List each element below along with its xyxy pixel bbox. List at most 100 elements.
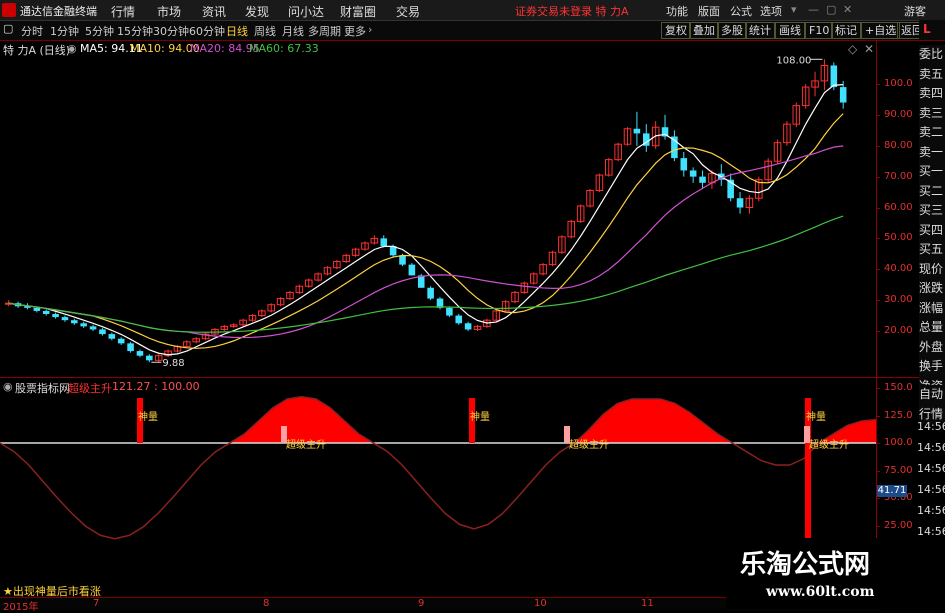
y-tick-mark bbox=[876, 145, 880, 147]
shen-label: 神量 bbox=[806, 410, 826, 423]
quote-item[interactable]: 涨跌 bbox=[919, 279, 945, 299]
watermark: 乐淘公式网 www.60lt.com bbox=[726, 538, 945, 609]
more-chevron-icon[interactable]: › bbox=[368, 23, 372, 36]
quote-panel-bottom: 自动 行情 bbox=[919, 385, 945, 424]
btn-xuanxiang[interactable]: 选项 bbox=[760, 3, 782, 19]
ma5-line bbox=[8, 84, 844, 356]
y-tick-mark bbox=[876, 415, 880, 417]
quote-item[interactable]: 总量 bbox=[919, 318, 945, 338]
y-tick-label: 60.00 bbox=[884, 201, 913, 213]
y-tick-mark bbox=[876, 207, 880, 209]
menu-faxian[interactable]: 发现 bbox=[245, 3, 269, 20]
quote-tab[interactable]: 自动 bbox=[919, 385, 945, 405]
candle-body bbox=[146, 355, 153, 361]
quote-item[interactable]: 卖二 bbox=[919, 123, 945, 143]
period-more[interactable]: 更多 bbox=[344, 23, 366, 39]
btn-tongji[interactable]: 统计 bbox=[745, 22, 775, 39]
current-value-badge: 41.71 bbox=[877, 485, 907, 497]
period-30min[interactable]: 30分钟 bbox=[153, 23, 189, 39]
app-title: 通达信金融终端 bbox=[20, 5, 97, 18]
candle-body bbox=[99, 329, 106, 335]
minimize-icon[interactable]: — bbox=[808, 3, 819, 16]
candle-body bbox=[699, 176, 706, 183]
btn-duogu[interactable]: 多股 bbox=[717, 22, 747, 39]
guest-login[interactable]: 游客 bbox=[904, 3, 926, 19]
btn-diejia[interactable]: 叠加 bbox=[689, 22, 719, 39]
y-tick-mark bbox=[876, 470, 880, 472]
btn-gongneng[interactable]: 功能 bbox=[666, 3, 688, 19]
y-tick-label: 75.00 bbox=[884, 464, 913, 476]
btn-huaxian[interactable]: 画线 bbox=[775, 22, 805, 39]
quote-panel: 委比卖五卖四卖三卖二卖一买一买二买三买四买五现价涨跌涨幅总量外盘换手净资收益 bbox=[919, 45, 945, 416]
quote-item[interactable]: 买三 bbox=[919, 201, 945, 221]
close-chart-icon[interactable]: ✕ bbox=[864, 42, 874, 56]
period-fenshi[interactable]: 分时 bbox=[21, 23, 43, 39]
candle-body bbox=[80, 323, 87, 327]
y-tick-label: 80.00 bbox=[884, 139, 913, 151]
period-1min[interactable]: 1分钟 bbox=[50, 23, 79, 39]
btn-biaoji[interactable]: 标记 bbox=[831, 22, 861, 39]
close-icon[interactable]: ✕ bbox=[843, 3, 852, 16]
y-tick-mark bbox=[876, 114, 880, 116]
maximize-icon[interactable]: ▢ bbox=[826, 3, 836, 16]
quote-item[interactable]: 买五 bbox=[919, 240, 945, 260]
quote-item[interactable]: 买一 bbox=[919, 162, 945, 182]
y-tick-mark bbox=[876, 269, 880, 271]
quote-item[interactable]: 卖五 bbox=[919, 65, 945, 85]
candle-body bbox=[52, 314, 59, 318]
high-label: 108.00 bbox=[776, 56, 811, 66]
period-monthly[interactable]: 月线 bbox=[282, 23, 304, 39]
month-label: 11 bbox=[641, 598, 654, 609]
diamond-icon[interactable]: ◇ bbox=[848, 42, 857, 56]
month-label: 8 bbox=[263, 598, 270, 609]
quote-item[interactable]: 涨幅 bbox=[919, 299, 945, 319]
time-item: 14:56 bbox=[917, 441, 945, 454]
oscillator-line bbox=[0, 396, 876, 540]
y-tick-label: 40.00 bbox=[884, 263, 913, 275]
candle-body bbox=[689, 170, 697, 177]
ma60-label: MA60: 67.33 bbox=[249, 42, 319, 55]
candle-body bbox=[399, 255, 406, 265]
quote-item[interactable]: 换手 bbox=[919, 357, 945, 377]
period-60min[interactable]: 60分钟 bbox=[189, 23, 225, 39]
menu-hangqing[interactable]: 行情 bbox=[111, 3, 135, 20]
period-daily[interactable]: 日线 bbox=[226, 23, 248, 39]
btn-zixuan[interactable]: +自选 bbox=[861, 22, 901, 39]
menu-wenxiaoda[interactable]: 问小达 bbox=[288, 3, 324, 20]
menu-shichang[interactable]: 市场 bbox=[157, 3, 181, 20]
period-multi[interactable]: 多周期 bbox=[308, 23, 341, 39]
quote-item[interactable]: 卖四 bbox=[919, 84, 945, 104]
menu-jiaoyi[interactable]: 交易 bbox=[396, 3, 420, 20]
time-item: 14:56 bbox=[917, 504, 945, 517]
indicator-settings-icon[interactable]: ◉ bbox=[3, 380, 13, 393]
btn-banmian[interactable]: 版面 bbox=[698, 3, 720, 19]
login-notice[interactable]: 证券交易未登录 特 力A bbox=[515, 3, 629, 19]
y-tick-label: 100.0 bbox=[884, 437, 913, 448]
indicator-values: 121.27 : 100.00 bbox=[112, 380, 200, 393]
quote-item[interactable]: 卖一 bbox=[919, 143, 945, 163]
quote-item[interactable]: 外盘 bbox=[919, 338, 945, 358]
candle-body bbox=[61, 317, 69, 321]
menu-zixun[interactable]: 资讯 bbox=[202, 3, 226, 20]
quote-item[interactable]: 现价 bbox=[919, 260, 945, 280]
btn-gongshi[interactable]: 公式 bbox=[730, 3, 752, 19]
time-item: 14:56 bbox=[917, 483, 945, 496]
month-label: 7 bbox=[93, 598, 100, 609]
more-icon[interactable]: ▾ bbox=[791, 3, 797, 16]
collapse-icon[interactable]: ▢ bbox=[3, 22, 13, 35]
period-15min[interactable]: 15分钟 bbox=[117, 23, 153, 39]
quote-item[interactable]: 卖三 bbox=[919, 104, 945, 124]
settings-icon[interactable]: ◉ bbox=[67, 42, 77, 55]
period-5min[interactable]: 5分钟 bbox=[85, 23, 114, 39]
quote-item[interactable]: 买四 bbox=[919, 221, 945, 241]
y-tick-mark bbox=[876, 525, 880, 527]
btn-f10[interactable]: F10 bbox=[805, 22, 834, 39]
btn-fuquan[interactable]: 复权 bbox=[661, 22, 691, 39]
period-weekly[interactable]: 周线 bbox=[254, 23, 276, 39]
candle-body bbox=[71, 320, 78, 324]
candle-body bbox=[446, 307, 453, 316]
quote-item[interactable]: 委比 bbox=[919, 45, 945, 65]
candlestick-chart[interactable]: 108.00 9.88 bbox=[0, 56, 876, 378]
menu-caifuquan[interactable]: 财富圈 bbox=[340, 3, 376, 20]
quote-item[interactable]: 买二 bbox=[919, 182, 945, 202]
